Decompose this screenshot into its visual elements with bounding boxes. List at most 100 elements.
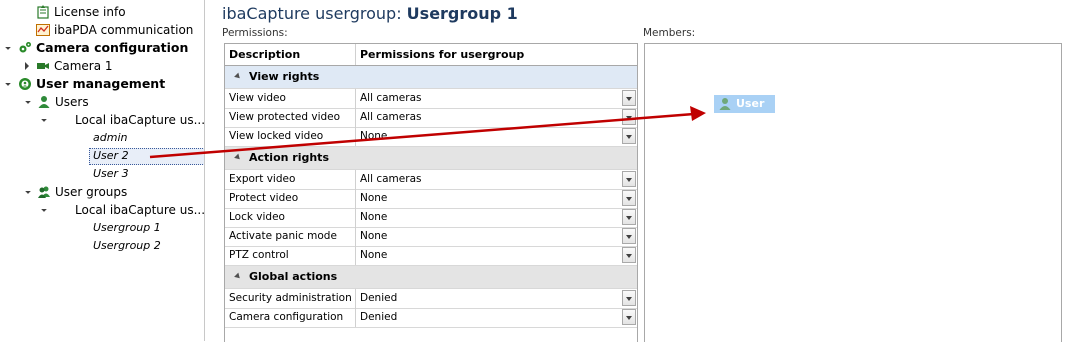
tree-item-ibapda-communication[interactable]: ibaPDA communication <box>36 21 193 39</box>
pda-icon <box>36 24 50 36</box>
column-header-description[interactable]: Description <box>225 44 356 65</box>
dropdown-value: None <box>360 192 388 204</box>
tree-item-user-3[interactable]: User 3 <box>93 165 129 183</box>
tree-item-label: User 3 <box>93 167 129 180</box>
row-description: Lock video <box>225 208 356 227</box>
row-description: View video <box>225 89 356 108</box>
navigation-tree: License info ibaPDA communication Camera… <box>0 0 205 341</box>
tree-item-label: Usergroup 1 <box>93 221 161 234</box>
tree-item-license-info[interactable]: License info <box>36 3 126 21</box>
expand-arrow-icon[interactable] <box>25 188 31 194</box>
permissions-grid: Description Permissions for usergroup Vi… <box>224 43 638 342</box>
group-header-global-actions[interactable]: Global actions <box>225 266 637 289</box>
table-row: Camera configuration Denied <box>225 308 637 328</box>
group-title: Action rights <box>249 151 329 164</box>
member-item-user-2[interactable]: User 2 <box>714 95 775 128</box>
permission-dropdown[interactable]: All cameras <box>356 89 637 108</box>
dropdown-value: None <box>360 230 388 242</box>
tree-item-camera-configuration[interactable]: Camera configuration <box>18 39 188 57</box>
permission-dropdown[interactable]: Denied <box>356 308 637 327</box>
collapse-arrow-icon[interactable] <box>234 272 242 281</box>
table-row: Lock video None <box>225 208 637 228</box>
tree-item-user-2[interactable]: User 2 <box>93 147 129 165</box>
tree-item-label: Users <box>55 95 89 109</box>
dropdown-arrow-icon[interactable] <box>622 171 636 187</box>
dropdown-arrow-icon[interactable] <box>622 290 636 306</box>
dropdown-value: Denied <box>360 311 398 323</box>
group-header-action-rights[interactable]: Action rights <box>225 147 637 170</box>
dropdown-value: All cameras <box>360 173 422 185</box>
row-description: View locked video <box>225 127 356 146</box>
tree-item-local-usergroups[interactable]: Local ibaCapture us... <box>75 201 205 219</box>
collapse-arrow-icon[interactable] <box>234 153 242 162</box>
dropdown-arrow-icon[interactable] <box>622 247 636 263</box>
tree-item-label: Local ibaCapture us... <box>75 113 206 127</box>
panel-divider[interactable] <box>204 0 205 341</box>
dropdown-arrow-icon[interactable] <box>622 90 636 106</box>
permission-dropdown[interactable]: None <box>356 208 637 227</box>
tree-item-usergroup-2[interactable]: Usergroup 2 <box>93 237 161 255</box>
tree-item-user-management[interactable]: User management <box>18 75 165 93</box>
expand-arrow-icon[interactable] <box>25 98 31 104</box>
table-row: View locked video None <box>225 127 637 147</box>
gears-icon <box>19 42 31 53</box>
members-list[interactable] <box>644 43 1062 342</box>
tree-item-local-users[interactable]: Local ibaCapture us... <box>75 111 205 129</box>
expand-arrow-icon[interactable] <box>41 116 47 122</box>
expand-arrow-icon[interactable] <box>5 44 11 50</box>
tree-item-label: Usergroup 2 <box>93 239 161 252</box>
row-description: View protected video <box>225 108 356 127</box>
dropdown-arrow-icon[interactable] <box>622 128 636 144</box>
collapse-arrow-icon[interactable] <box>25 62 29 70</box>
row-description: Protect video <box>225 189 356 208</box>
tree-item-label: User management <box>36 76 166 91</box>
camera-icon <box>37 63 49 69</box>
members-label: Members: <box>643 27 696 39</box>
tree-item-user-admin[interactable]: admin <box>93 129 127 147</box>
table-row: PTZ control None <box>225 246 637 266</box>
page-title-name: Usergroup 1 <box>406 4 518 23</box>
permission-dropdown[interactable]: None <box>356 227 637 246</box>
permission-dropdown[interactable]: None <box>356 127 637 146</box>
tree-item-user-groups[interactable]: User groups <box>37 183 127 201</box>
tree-item-label: ibaPDA communication <box>54 23 194 37</box>
table-row: Protect video None <box>225 189 637 209</box>
row-description: Export video <box>225 170 356 189</box>
tree-item-camera-1[interactable]: Camera 1 <box>36 57 113 75</box>
license-icon <box>37 5 49 19</box>
tree-item-usergroup-1[interactable]: Usergroup 1 <box>93 219 161 237</box>
tree-item-label: Local ibaCapture us... <box>75 203 206 217</box>
dropdown-value: None <box>360 211 388 223</box>
dropdown-arrow-icon[interactable] <box>622 209 636 225</box>
user-group-icon <box>38 186 50 198</box>
tree-item-label: User 2 <box>93 149 129 162</box>
row-description: PTZ control <box>225 246 356 265</box>
tree-item-label: Camera configuration <box>36 40 189 55</box>
dropdown-arrow-icon[interactable] <box>622 190 636 206</box>
page-title-prefix: ibaCapture usergroup: <box>222 4 407 23</box>
tree-item-label: Camera 1 <box>54 59 113 73</box>
expand-arrow-icon[interactable] <box>5 80 11 86</box>
collapse-arrow-icon[interactable] <box>234 72 242 81</box>
group-header-view-rights[interactable]: View rights <box>225 66 637 89</box>
permission-dropdown[interactable]: None <box>356 189 637 208</box>
grid-header-row: Description Permissions for usergroup <box>225 44 637 66</box>
tree-item-users[interactable]: Users <box>37 93 89 111</box>
dropdown-arrow-icon[interactable] <box>622 228 636 244</box>
column-header-permissions[interactable]: Permissions for usergroup <box>356 44 637 65</box>
permission-dropdown[interactable]: All cameras <box>356 108 637 127</box>
group-title: Global actions <box>249 270 338 283</box>
expand-arrow-icon[interactable] <box>41 206 47 212</box>
permission-dropdown[interactable]: None <box>356 246 637 265</box>
dropdown-arrow-icon[interactable] <box>622 109 636 125</box>
dropdown-arrow-icon[interactable] <box>622 309 636 325</box>
permissions-label: Permissions: <box>222 27 288 39</box>
dropdown-value: Denied <box>360 292 398 304</box>
dropdown-value: All cameras <box>360 111 422 123</box>
table-row: Export video All cameras <box>225 170 637 190</box>
permission-dropdown[interactable]: All cameras <box>356 170 637 189</box>
permission-dropdown[interactable]: Denied <box>356 289 637 308</box>
table-row: Activate panic mode None <box>225 227 637 247</box>
tree-item-label: admin <box>93 131 128 144</box>
member-label: User 2 <box>736 97 765 128</box>
